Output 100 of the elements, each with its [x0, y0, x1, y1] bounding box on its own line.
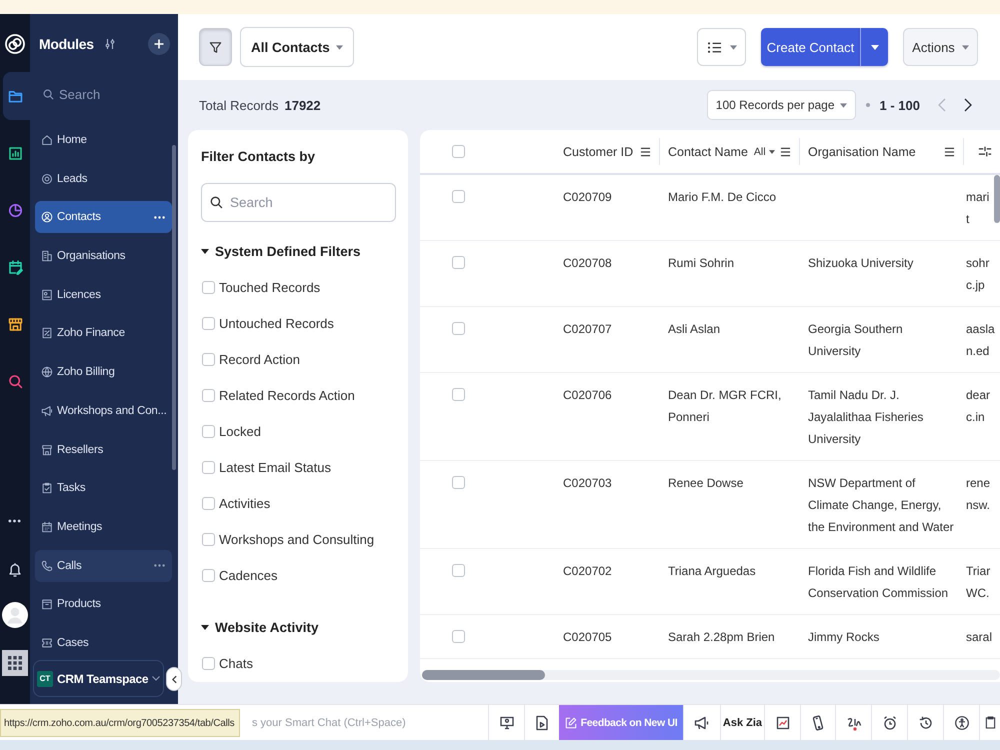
dot-icon — [866, 103, 870, 107]
menu-icon[interactable] — [780, 146, 791, 156]
logo-icon[interactable] — [5, 34, 25, 54]
per-page-select[interactable]: 100 Records per page — [706, 90, 856, 120]
filter-group-header[interactable]: Website Activity — [201, 609, 396, 645]
checkbox[interactable] — [202, 568, 215, 582]
feedback-button[interactable]: Feedback on New UI — [559, 705, 683, 740]
more-icon[interactable] — [8, 519, 21, 523]
filter-option[interactable]: Chats — [201, 645, 396, 681]
list-icon — [706, 40, 722, 54]
search-field[interactable]: Search — [38, 79, 170, 109]
view-mode-button[interactable] — [697, 28, 746, 66]
accessibility-icon[interactable] — [954, 714, 970, 730]
megaphone-icon — [41, 404, 53, 417]
filter-group-header[interactable]: System Defined Filters — [201, 233, 396, 269]
smart-chat-field[interactable]: s your Smart Chat (Ctrl+Space) — [240, 705, 488, 740]
sidebar-item[interactable]: Products — [35, 588, 172, 620]
filter-option[interactable]: Record Action — [201, 341, 396, 377]
table-cell-text: Florida Fish and Wildlife Conservation Commission — [808, 563, 950, 602]
sidebar-item[interactable]: Contacts — [35, 201, 172, 234]
chevron-right-icon[interactable] — [964, 98, 972, 112]
checkbox[interactable] — [202, 352, 215, 366]
total-records-label: Total Records — [199, 98, 278, 112]
checkbox[interactable] — [202, 388, 215, 402]
filter-option[interactable]: Untouched Records — [201, 305, 396, 341]
filter-option[interactable]: Latest Email Status — [201, 449, 396, 485]
checkbox[interactable] — [452, 145, 465, 158]
collapse-button[interactable] — [166, 667, 182, 691]
scrollbar-track[interactable] — [422, 670, 1000, 680]
sidebar-item[interactable]: Organisations — [35, 240, 172, 272]
checkbox[interactable] — [452, 190, 465, 203]
chart-icon[interactable] — [774, 714, 790, 730]
workspace-switcher[interactable]: CT CRM Teamspace — [33, 660, 164, 697]
checkbox[interactable] — [202, 656, 215, 670]
column-settings-icon[interactable] — [978, 145, 992, 158]
phone-icon[interactable] — [810, 714, 826, 730]
filter-option[interactable]: Touched Records — [201, 269, 396, 305]
checkbox[interactable] — [202, 496, 215, 510]
ask-zia-button[interactable]: Ask Zia — [720, 705, 764, 740]
sidebar-item[interactable]: Resellers — [35, 434, 172, 466]
checkbox[interactable] — [202, 316, 215, 330]
sidebar-item[interactable]: Licences — [35, 278, 172, 311]
total-records-count: 17922 — [284, 98, 321, 112]
filter-option[interactable]: Related Records Action — [201, 377, 396, 413]
checkbox[interactable] — [202, 424, 215, 438]
menu-icon[interactable] — [944, 146, 955, 156]
sliders-icon[interactable] — [104, 38, 116, 50]
filter-option[interactable]: Cadences — [201, 557, 396, 593]
scrollbar-thumb[interactable] — [422, 670, 545, 680]
sidebar-item[interactable]: Zoho Finance — [35, 317, 172, 350]
caret-icon — [768, 150, 775, 154]
more-icon[interactable] — [154, 216, 165, 219]
checkbox[interactable] — [452, 564, 465, 577]
alarm-clock-icon[interactable] — [882, 714, 898, 730]
filter-dropdown[interactable]: All — [754, 146, 775, 158]
scrollbar-thumb[interactable] — [172, 145, 176, 470]
sidebar-item[interactable]: Calls — [35, 550, 172, 582]
monitor-icon[interactable] — [498, 714, 514, 730]
sidebar-item[interactable]: Cases — [35, 626, 172, 659]
avatar-icon[interactable] — [2, 602, 28, 628]
checkbox[interactable] — [452, 256, 465, 269]
add-button[interactable] — [148, 33, 170, 55]
sidebar-item[interactable]: Tasks — [35, 472, 172, 504]
checkbox[interactable] — [202, 460, 215, 474]
view-select[interactable]: All Contacts — [240, 27, 354, 67]
checkbox[interactable] — [452, 630, 465, 643]
column-header[interactable]: Customer ID — [563, 144, 634, 158]
megaphone-icon[interactable] — [694, 714, 710, 730]
rail-button[interactable] — [3, 72, 30, 120]
filter-icon — [208, 40, 223, 54]
sidebar-item[interactable]: Home — [35, 124, 172, 156]
grid-icon[interactable] — [2, 650, 28, 676]
scrollbar-thumb[interactable] — [994, 175, 1000, 223]
clipboard-icon[interactable] — [984, 716, 996, 729]
document-play-icon[interactable] — [534, 714, 550, 730]
sidebar-item[interactable]: Leads — [35, 162, 172, 195]
checkbox[interactable] — [202, 280, 215, 294]
sidebar-item[interactable]: Meetings — [35, 510, 172, 543]
store-icon — [41, 444, 53, 456]
filter-toggle[interactable] — [199, 28, 232, 66]
filter-option[interactable]: Activities — [201, 485, 396, 521]
checkbox[interactable] — [452, 322, 465, 335]
sidebar-item[interactable]: Zoho Billing — [35, 356, 172, 388]
scribble-icon[interactable] — [846, 718, 861, 726]
table-cell-text: C020706 — [563, 387, 612, 404]
filter-option[interactable]: Locked — [201, 413, 396, 449]
bell-icon[interactable] — [8, 562, 22, 578]
checkbox[interactable] — [202, 532, 215, 546]
search-field[interactable]: Search — [201, 183, 396, 222]
actions-button[interactable]: Actions — [903, 28, 978, 66]
create-contact-button[interactable]: Create Contact — [761, 28, 860, 66]
filter-option[interactable]: Workshops and Consulting — [201, 521, 396, 557]
menu-icon[interactable] — [640, 146, 651, 156]
sidebar-item[interactable]: Workshops and Con... — [35, 394, 172, 427]
checkbox[interactable] — [452, 476, 465, 489]
history-icon[interactable] — [918, 714, 934, 730]
column-header[interactable]: Organisation Name — [808, 144, 916, 158]
checkbox[interactable] — [452, 388, 465, 401]
create-menu-button[interactable] — [860, 28, 888, 66]
column-header[interactable]: Contact Name — [668, 144, 748, 158]
